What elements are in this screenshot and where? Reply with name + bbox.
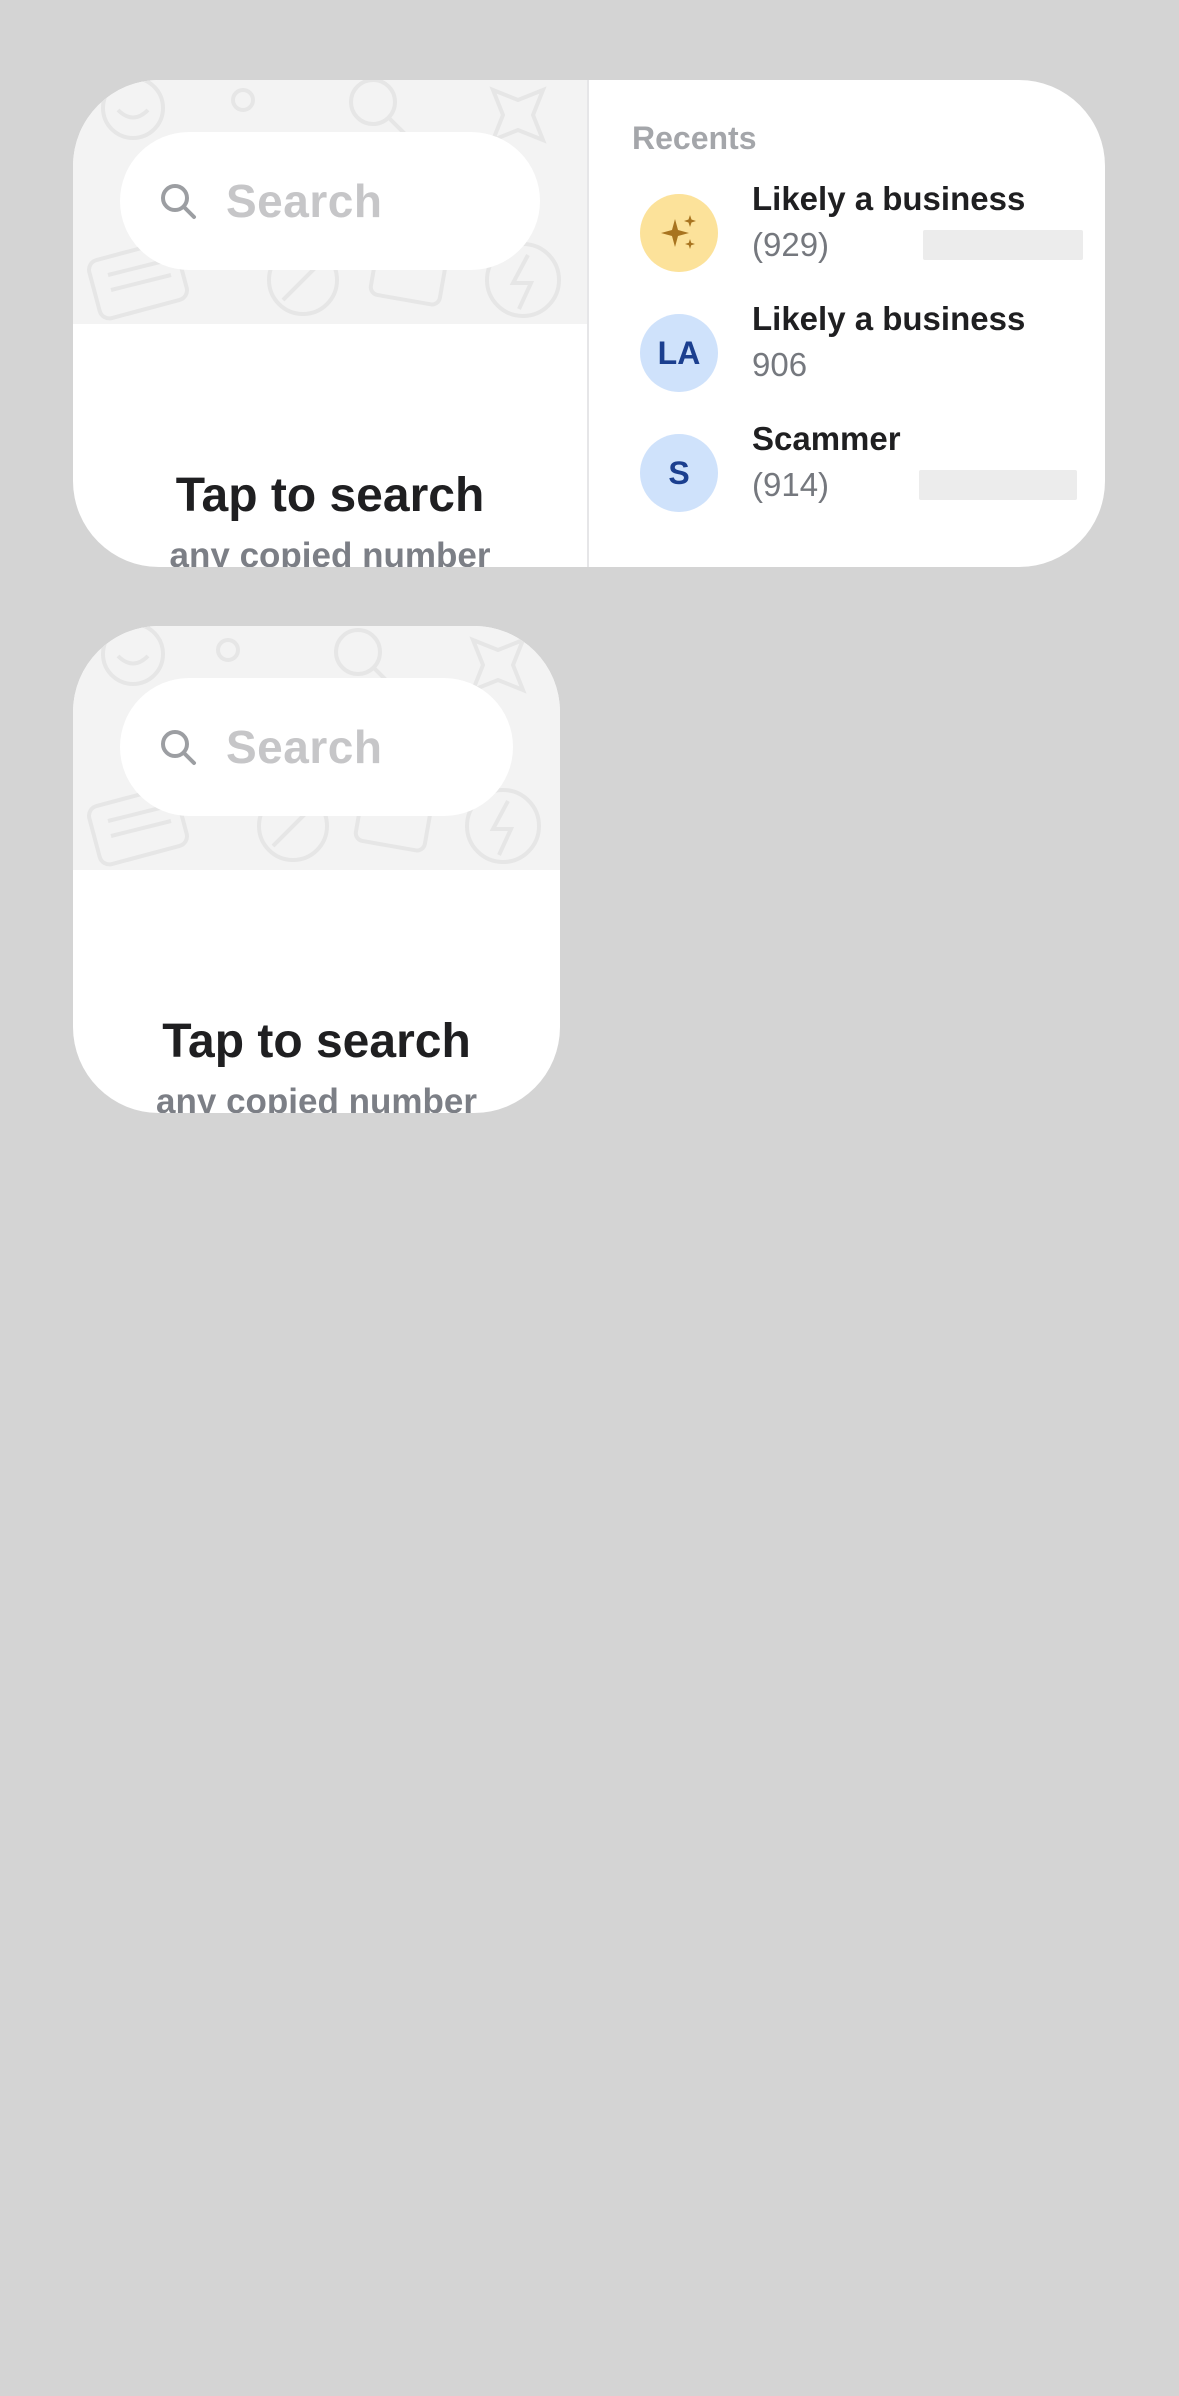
avatar: [640, 194, 718, 272]
cta-title: Tap to search: [162, 1015, 471, 1068]
recent-number: (929): [752, 226, 830, 263]
cta-title: Tap to search: [175, 469, 485, 522]
recents-title: Recents: [632, 120, 757, 156]
tap-to-search-cta[interactable]: Tap to search any copied number: [73, 324, 587, 568]
recent-name: Likely a business: [752, 300, 1026, 337]
search-icon: [161, 730, 196, 765]
search-placeholder: Search: [226, 175, 383, 227]
recent-item[interactable]: LA Likely a business 906: [589, 302, 1105, 414]
redacted-number-bar: [923, 230, 1083, 260]
cta-subtitle: any copied number: [156, 1082, 477, 1113]
avatar: LA: [640, 314, 718, 392]
tap-to-search-cta[interactable]: Tap to search any copied number: [73, 870, 560, 1114]
search-panel[interactable]: Search Tap to search any copied number: [73, 626, 560, 1113]
search-placeholder: Search: [226, 721, 383, 773]
search-panel[interactable]: Search Tap to search any copied number: [73, 80, 587, 567]
search-field[interactable]: Search: [120, 132, 540, 270]
recents-panel: Recents Likely a business (929) LA Likel…: [589, 80, 1105, 567]
wide-search-widget[interactable]: Search Tap to search any copied number R…: [73, 80, 1105, 567]
recent-item[interactable]: S Scammer (914): [589, 422, 1105, 534]
recent-name: Likely a business: [752, 180, 1026, 217]
recent-name: Scammer: [752, 420, 901, 457]
recent-number: 906: [752, 346, 808, 383]
avatar: S: [640, 434, 718, 512]
small-search-widget[interactable]: Search Tap to search any copied number: [73, 626, 560, 1113]
sparkle-icon: [661, 215, 696, 249]
recent-number: (914): [752, 466, 830, 503]
search-icon: [161, 184, 196, 219]
cta-subtitle: any copied number: [169, 536, 491, 567]
redacted-number-bar: [919, 470, 1077, 500]
recent-item[interactable]: Likely a business (929): [589, 182, 1105, 294]
search-field[interactable]: Search: [120, 678, 513, 816]
home-screen: Search Tap to search any copied number R…: [0, 0, 1179, 2396]
